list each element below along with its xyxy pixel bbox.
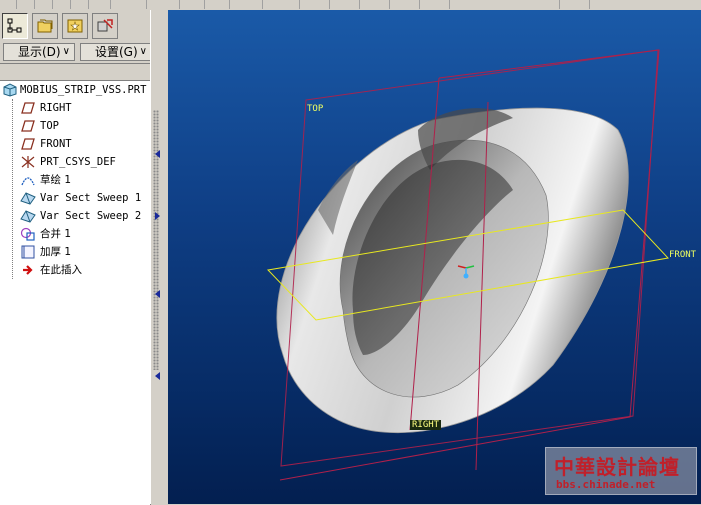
view-toolbar-button[interactable]: [545, 0, 560, 9]
view-toolbar-button[interactable]: [215, 0, 230, 9]
view-toolbar-button[interactable]: [248, 0, 263, 9]
collapse-left-arrow-icon[interactable]: [155, 372, 160, 380]
datum-plane-icon: [21, 120, 35, 132]
view-toolbar-button[interactable]: [315, 0, 330, 9]
tree-item-label: 加厚 1: [40, 246, 72, 258]
thicken-icon: [21, 245, 35, 259]
toolbar-button[interactable]: [74, 0, 89, 9]
sweep-icon: [20, 210, 36, 223]
tree-item-label: TOP: [40, 120, 59, 132]
tree-item-label: Var Sect Sweep 1: [40, 192, 142, 204]
view-toolbar-button[interactable]: [345, 0, 360, 9]
right-plane-label[interactable]: RIGHT: [410, 420, 442, 430]
tab-connections[interactable]: [92, 13, 118, 39]
toolbar-button[interactable]: [96, 0, 111, 9]
toolbar-button[interactable]: [38, 0, 53, 9]
watermark-title: 中華設計論壇: [554, 455, 680, 479]
show-menu-button[interactable]: 显示(D) ∨: [3, 43, 75, 61]
insert-here-arrow-icon: [23, 265, 33, 275]
model-tree: MOBIUS_STRIP_VSS.PRT RIGHT TOP FRONT PRT…: [0, 80, 151, 505]
tree-item-sweep-2[interactable]: Var Sect Sweep 2: [0, 207, 150, 225]
coordinate-system-icon: [21, 156, 35, 168]
tree-item-label: PRT_CSYS_DEF: [40, 156, 116, 168]
folder-icon: [37, 19, 53, 33]
tree-item-sweep-1[interactable]: Var Sect Sweep 1: [0, 189, 150, 207]
view-toolbar-button[interactable]: [165, 0, 180, 9]
part-icon: [3, 83, 17, 97]
model-navigator: 显示(D) ∨ 设置(G) ∨ MOBIUS_STRIP_VSS.PRT RIG…: [0, 10, 153, 505]
tab-favorites[interactable]: [62, 13, 88, 39]
navigator-tabs: [0, 10, 153, 42]
tree-item-merge[interactable]: 合并 1: [0, 225, 150, 243]
tree-item-thicken[interactable]: 加厚 1: [0, 243, 150, 261]
tree-item-label: 合并 1: [40, 228, 72, 240]
forum-watermark: 中華設計論壇 bbs.chinade.net: [545, 447, 697, 495]
tree-item-label: Var Sect Sweep 2: [40, 210, 142, 222]
tree-item-right[interactable]: RIGHT: [0, 99, 150, 117]
toolbar-button[interactable]: [20, 0, 35, 9]
tree-item-top[interactable]: TOP: [0, 117, 150, 135]
tree-item-label: 草绘 1: [40, 174, 72, 186]
collapse-left-arrow-icon[interactable]: [155, 290, 160, 298]
tab-model-tree[interactable]: [2, 13, 28, 39]
tree-item-csys[interactable]: PRT_CSYS_DEF: [0, 153, 150, 171]
chevron-down-icon: ∨: [139, 46, 147, 57]
settings-menu-button[interactable]: 设置(G) ∨: [80, 43, 152, 61]
connections-icon: [97, 19, 113, 32]
tree-item-front[interactable]: FRONT: [0, 135, 150, 153]
tree-item-label: RIGHT: [40, 102, 72, 114]
view-toolbar-button[interactable]: [435, 0, 450, 9]
merge-icon: [20, 227, 35, 241]
tree-item-insert-here[interactable]: 在此插入: [0, 261, 150, 279]
favorites-icon: [67, 19, 83, 33]
toolbar-button[interactable]: [2, 0, 17, 9]
tree-item-part[interactable]: MOBIUS_STRIP_VSS.PRT: [0, 81, 150, 99]
view-toolbar-button[interactable]: [575, 0, 590, 9]
toolbar-button[interactable]: [56, 0, 71, 9]
graphics-viewport[interactable]: TOP FRONT RIGHT: [168, 10, 701, 504]
sketch-icon: [21, 177, 35, 186]
watermark-url: bbs.chinade.net: [556, 478, 656, 491]
top-plane-label[interactable]: TOP: [307, 104, 323, 114]
navigator-menu-row: 显示(D) ∨ 设置(G) ∨: [0, 41, 153, 64]
view-toolbar-button[interactable]: [285, 0, 300, 9]
expand-right-arrow-icon[interactable]: [155, 212, 160, 220]
tree-item-sketch[interactable]: 草绘 1: [0, 171, 150, 189]
show-menu-label: 显示(D): [18, 45, 61, 59]
view-toolbar-button[interactable]: [375, 0, 390, 9]
settings-menu-label: 设置(G): [95, 45, 138, 59]
collapse-left-arrow-icon[interactable]: [155, 150, 160, 158]
front-plane-label[interactable]: FRONT: [669, 250, 696, 260]
sweep-icon: [20, 192, 36, 205]
datum-plane-icon: [21, 102, 35, 114]
tab-folder-browser[interactable]: [32, 13, 58, 39]
chevron-down-icon: ∨: [62, 46, 70, 57]
view-toolbar-button[interactable]: [405, 0, 420, 9]
tree-item-label: FRONT: [40, 138, 72, 150]
view-toolbar-button[interactable]: [190, 0, 205, 9]
datum-plane-icon: [21, 138, 35, 150]
tree-item-label: 在此插入: [40, 264, 82, 276]
tree-item-label: MOBIUS_STRIP_VSS.PRT: [20, 84, 147, 96]
sash-grip[interactable]: [153, 110, 159, 370]
model-tree-icon: [7, 18, 22, 33]
view-toolbar-button[interactable]: [132, 0, 147, 9]
